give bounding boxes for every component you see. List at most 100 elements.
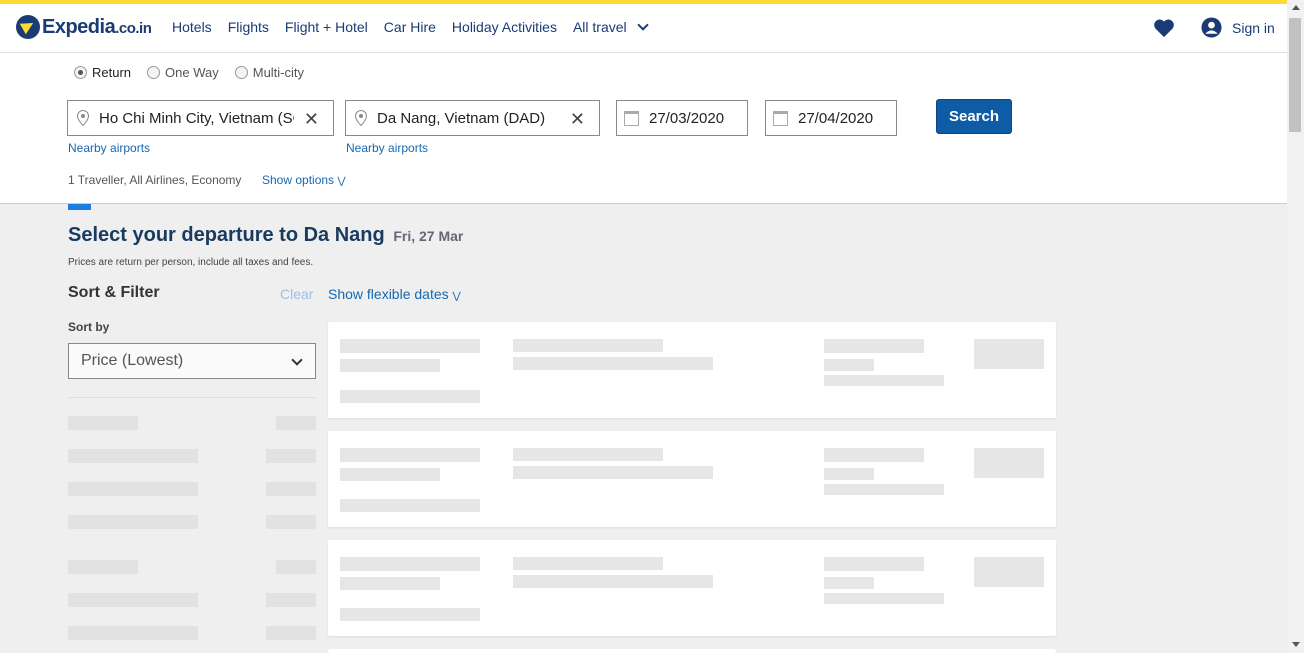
flight-result-card-skeleton (328, 540, 1056, 636)
card-skeleton-line (824, 448, 924, 462)
location-pin-icon (77, 110, 89, 126)
card-skeleton-line (513, 557, 663, 570)
flight-search-panel: Return One Way Multi-city Ho Chi Minh Ci… (0, 53, 1287, 204)
price-note: Prices are return per person, include al… (68, 257, 314, 268)
double-chevron-down-icon: ⋁ (337, 176, 346, 187)
destination-input[interactable]: Da Nang, Vietnam (DAD) ✕ (345, 100, 600, 136)
origin-value: Ho Chi Minh City, Vietnam (SGN) (99, 109, 294, 127)
card-skeleton-line (824, 557, 924, 571)
clear-origin-icon[interactable]: ✕ (304, 109, 319, 130)
card-skeleton-line (513, 448, 663, 461)
nearby-airports-destination-link[interactable]: Nearby airports (346, 141, 428, 155)
show-options-label: Show options (262, 173, 335, 187)
calendar-icon (624, 110, 639, 126)
card-skeleton-line (340, 359, 440, 372)
card-skeleton-line (340, 557, 480, 571)
filter-skeleton (266, 482, 316, 496)
sign-in-button[interactable]: Sign in (1201, 17, 1275, 38)
sign-in-label: Sign in (1232, 19, 1275, 36)
card-skeleton-line (340, 448, 480, 462)
flight-result-card-skeleton (328, 431, 1056, 527)
filter-skeleton (68, 449, 198, 463)
card-skeleton-price (974, 448, 1044, 478)
card-skeleton-line (824, 593, 944, 604)
filter-skeleton (276, 560, 316, 574)
filter-skeleton (68, 626, 198, 640)
card-skeleton-line (513, 575, 713, 588)
destination-value: Da Nang, Vietnam (DAD) (377, 109, 546, 127)
filter-skeleton (68, 416, 138, 430)
show-flexible-dates-link[interactable]: Show flexible dates ⋁ (328, 286, 461, 302)
nav-item-hotels[interactable]: Hotels (172, 19, 212, 35)
calendar-icon (773, 110, 788, 126)
departure-date-value: 27/03/2020 (649, 109, 725, 127)
expedia-logo[interactable]: Expedia.co.in (16, 15, 152, 39)
trip-type-return[interactable]: Return (74, 65, 131, 80)
filter-skeleton (266, 449, 316, 463)
departure-date-input[interactable]: 27/03/2020 (616, 100, 748, 136)
card-skeleton-line (513, 466, 713, 479)
filter-skeleton (68, 593, 198, 607)
radio-button-icon (234, 66, 248, 79)
filter-skeleton (266, 593, 316, 607)
filter-skeleton (68, 560, 138, 574)
nav-item-holiday-activities[interactable]: Holiday Activities (452, 19, 557, 35)
page-title: Select your departure to Da Nang Fri, 27… (68, 224, 463, 247)
flight-result-card-skeleton (328, 322, 1056, 418)
origin-input[interactable]: Ho Chi Minh City, Vietnam (SGN) ✕ (67, 100, 334, 136)
logo-text: Expedia.co.in (42, 15, 152, 38)
card-skeleton-line (824, 468, 874, 480)
return-date-value: 27/04/2020 (798, 109, 874, 127)
search-button[interactable]: Search (936, 99, 1012, 134)
card-skeleton-line (824, 484, 944, 495)
trip-type-multi-city[interactable]: Multi-city (234, 65, 304, 80)
flight-result-card-skeleton (328, 649, 1056, 653)
user-account-icon (1201, 17, 1222, 38)
chevron-down-icon (291, 354, 303, 366)
show-options-link[interactable]: Show options ⋁ (262, 173, 346, 187)
main-nav: Hotels Flights Flight + Hotel Car Hire H… (172, 19, 649, 35)
nearby-airports-origin-link[interactable]: Nearby airports (68, 141, 150, 155)
filter-skeleton (68, 482, 198, 496)
card-skeleton-line (824, 577, 874, 589)
card-skeleton-line (824, 375, 944, 386)
sort-by-label: Sort by (68, 320, 110, 334)
clear-filters-link[interactable]: Clear (280, 286, 313, 302)
sort-by-value: Price (Lowest) (81, 352, 184, 369)
nav-item-flight-hotel[interactable]: Flight + Hotel (285, 19, 368, 35)
location-pin-icon (355, 110, 367, 126)
card-skeleton-line (340, 608, 480, 621)
show-flexible-dates-label: Show flexible dates (328, 286, 449, 302)
trip-type-one-way[interactable]: One Way (147, 65, 219, 80)
site-header: Expedia.co.in Hotels Flights Flight + Ho… (0, 4, 1287, 53)
double-chevron-down-icon: ⋁ (452, 291, 461, 302)
card-skeleton-line (513, 357, 713, 370)
card-skeleton-line (513, 339, 663, 352)
filter-skeleton (266, 626, 316, 640)
card-skeleton-line (340, 499, 480, 512)
card-skeleton-price (974, 339, 1044, 369)
return-date-input[interactable]: 27/04/2020 (765, 100, 897, 136)
card-skeleton-price (974, 557, 1044, 587)
nav-item-flights[interactable]: Flights (228, 19, 269, 35)
active-leg-marker (68, 204, 91, 210)
card-skeleton-line (824, 359, 874, 371)
filter-skeleton (266, 515, 316, 529)
clear-destination-icon[interactable]: ✕ (570, 109, 585, 130)
card-skeleton-line (340, 339, 480, 353)
sort-filter-heading: Sort & Filter (68, 284, 160, 301)
scrollbar-thumb[interactable] (1289, 18, 1301, 132)
scroll-down-arrow-icon[interactable] (1292, 642, 1300, 647)
page-title-text: Select your departure to Da Nang (68, 224, 385, 246)
card-skeleton-line (824, 339, 924, 353)
filter-skeleton (276, 416, 316, 430)
scroll-up-arrow-icon[interactable] (1292, 5, 1300, 10)
chevron-down-icon (636, 19, 649, 31)
expedia-plane-icon (16, 15, 40, 39)
heart-icon[interactable] (1153, 18, 1175, 38)
card-skeleton-line (340, 390, 480, 403)
page-title-date: Fri, 27 Mar (393, 228, 464, 244)
nav-item-car-hire[interactable]: Car Hire (384, 19, 436, 35)
nav-all-travel-dropdown[interactable]: All travel (573, 19, 649, 35)
sort-by-select[interactable]: Price (Lowest) (68, 343, 316, 379)
